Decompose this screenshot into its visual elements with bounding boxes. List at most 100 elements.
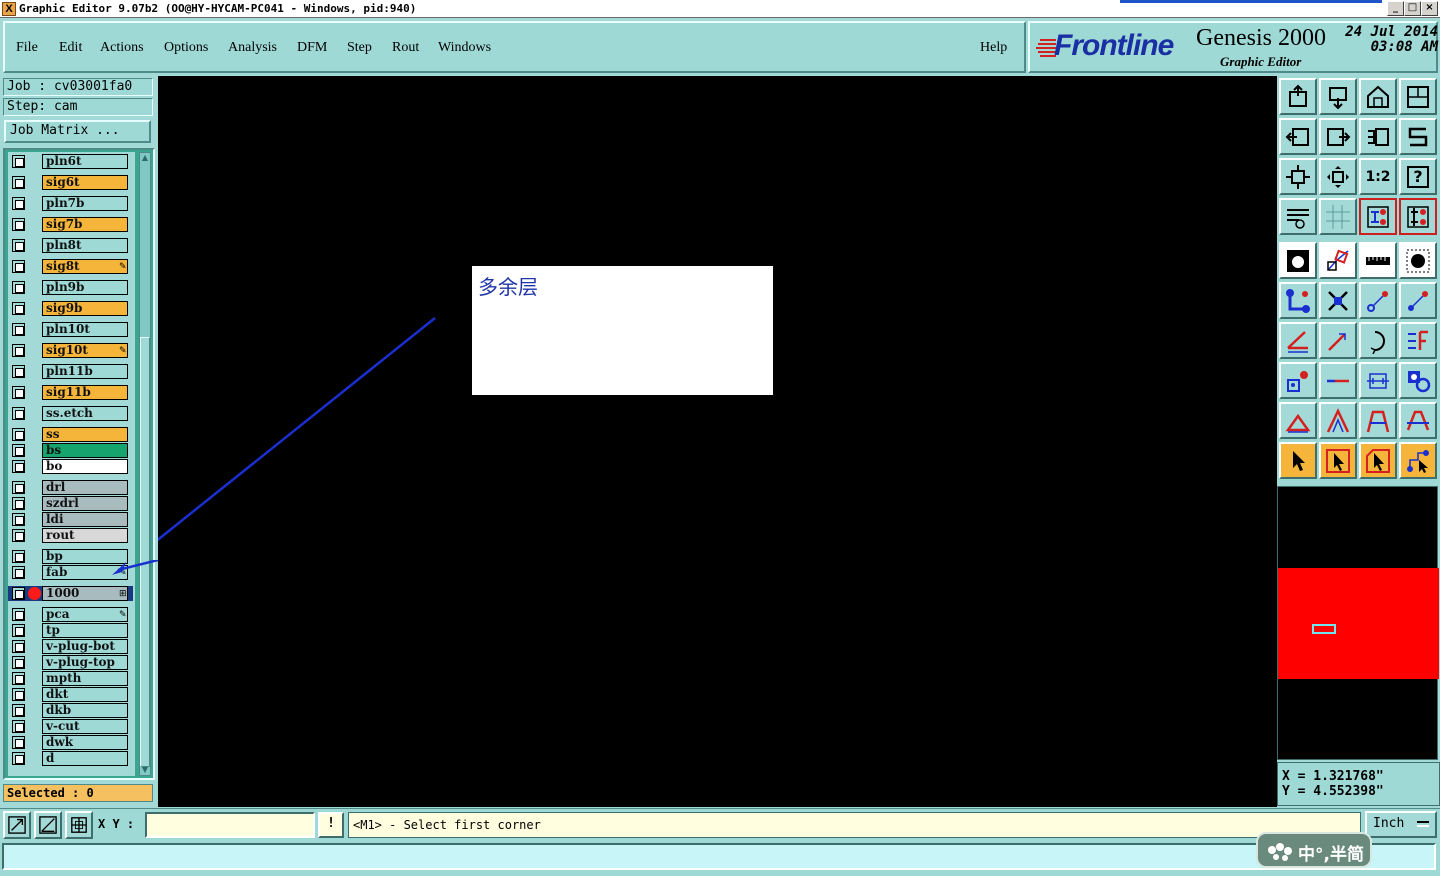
scroll-down-icon[interactable]: ▼ [140, 765, 150, 775]
menu-file[interactable]: File [16, 40, 38, 56]
layer-row-szdrl[interactable]: szdrl [8, 496, 133, 511]
help-button[interactable]: ? [1399, 158, 1437, 195]
layer-checkbox[interactable] [12, 344, 25, 357]
measure-tool-button[interactable] [3, 811, 31, 839]
angle-button[interactable] [1279, 322, 1317, 359]
layer-name[interactable]: v-plug-bot [42, 639, 128, 654]
layer-name[interactable]: sig8t [42, 259, 128, 274]
layer-name[interactable]: dwk [42, 735, 128, 750]
layer-checkbox[interactable] [12, 302, 25, 315]
layer-name[interactable]: tp [42, 623, 128, 638]
menu-dfm[interactable]: DFM [297, 40, 327, 56]
layer-scrollbar[interactable]: ▲ ▼ [139, 152, 151, 776]
polygon-button[interactable] [1279, 402, 1317, 439]
select-box-button[interactable] [1319, 442, 1357, 479]
zoom-extents-button[interactable] [1279, 158, 1317, 195]
layer-name[interactable]: rout [42, 528, 128, 543]
menu-edit[interactable]: Edit [59, 40, 82, 56]
layer-checkbox[interactable] [12, 513, 25, 526]
layer-name[interactable]: sig11b [42, 385, 128, 400]
layer-row-sig10t[interactable]: sig10t ✎ [8, 343, 133, 358]
minimize-button[interactable]: _ [1387, 1, 1404, 16]
net-button[interactable] [1279, 282, 1317, 319]
layer-checkbox[interactable] [12, 365, 25, 378]
layer-name[interactable]: ldi [42, 512, 128, 527]
trim-button[interactable] [1319, 362, 1357, 399]
feature-drill-button[interactable] [1399, 242, 1437, 279]
select-button[interactable] [1279, 442, 1317, 479]
layer-name[interactable]: sig10t [42, 343, 128, 358]
layer-row-tp[interactable]: tp [8, 623, 133, 638]
polygon-cut-button[interactable] [1399, 402, 1437, 439]
layer-checkbox[interactable] [12, 688, 25, 701]
graphic-canvas[interactable]: 多余层 [158, 76, 1277, 807]
menu-options[interactable]: Options [164, 40, 208, 56]
layer-checkbox[interactable] [12, 624, 25, 637]
layer-row-mpth[interactable]: mpth [8, 671, 133, 686]
layer-name[interactable]: ss.etch [42, 406, 128, 421]
layer-row-v-plug-top[interactable]: v-plug-top [8, 655, 133, 670]
menu-step[interactable]: Step [347, 40, 372, 56]
layer-checkbox[interactable] [12, 460, 25, 473]
layer-row-sig11b[interactable]: sig11b [8, 385, 133, 400]
select-net-button[interactable] [1399, 442, 1437, 479]
menu-windows[interactable]: Windows [438, 40, 491, 56]
line-button[interactable] [1319, 322, 1357, 359]
layer-row-ss.etch[interactable]: ss.etch [8, 406, 133, 421]
zoom-ratio-button[interactable]: 1:2 [1359, 158, 1397, 195]
layer-row-bo[interactable]: bo [8, 459, 133, 474]
home-button[interactable] [1359, 78, 1397, 115]
layer-name[interactable]: dkb [42, 703, 128, 718]
layer-row-rout[interactable]: rout [8, 528, 133, 543]
layer-name[interactable]: mpth [42, 671, 128, 686]
layer-checkbox[interactable] [12, 587, 25, 600]
layer-name[interactable]: ss [42, 427, 128, 442]
layer-checkbox[interactable] [12, 720, 25, 733]
layer-checkbox[interactable] [12, 281, 25, 294]
layer-checkbox[interactable] [12, 176, 25, 189]
feature-ruler-button[interactable] [1359, 242, 1397, 279]
layer-name[interactable]: pca [42, 607, 128, 622]
layer-row-sig8t[interactable]: sig8t ✎ [8, 259, 133, 274]
angle-tool-button[interactable] [34, 811, 62, 839]
menu-help[interactable]: Help [980, 40, 1007, 56]
layer-checkbox[interactable] [12, 155, 25, 168]
layer-checkbox[interactable] [12, 407, 25, 420]
layer-row-pca[interactable]: pca ✎ [8, 607, 133, 622]
layer-row-drl[interactable]: drl [8, 480, 133, 495]
layer-checkbox[interactable] [12, 323, 25, 336]
layer-name[interactable]: szdrl [42, 496, 128, 511]
ime-toolbar[interactable]: 中°,半简 [1256, 832, 1372, 868]
layer-name[interactable]: sig7b [42, 217, 128, 232]
layer-name[interactable]: d [42, 751, 128, 766]
layer-name[interactable]: drl [42, 480, 128, 495]
scroll-thumb[interactable] [140, 337, 150, 767]
job-matrix-button[interactable]: Job Matrix ... [4, 120, 151, 143]
layer-row-dwk[interactable]: dwk [8, 735, 133, 750]
layer-checkbox[interactable] [12, 640, 25, 653]
layer-name[interactable]: sig9b [42, 301, 128, 316]
layer-name[interactable]: pln7b [42, 196, 128, 211]
layer-checkbox[interactable] [12, 704, 25, 717]
snap-grid-button[interactable] [65, 811, 93, 839]
scroll-up-icon[interactable]: ▲ [140, 153, 150, 163]
layer-row-sig9b[interactable]: sig9b [8, 301, 133, 316]
layers-red2-button[interactable] [1399, 198, 1437, 235]
layer-row-pln11b[interactable]: pln11b [8, 364, 133, 379]
xy-input[interactable] [145, 812, 315, 838]
layer-name[interactable]: pln10t [42, 322, 128, 337]
layer-row-pln7b[interactable]: pln7b [8, 196, 133, 211]
move-button[interactable] [1359, 282, 1397, 319]
layer-name[interactable]: pln8t [42, 238, 128, 253]
layer-name[interactable]: sig6t [42, 175, 128, 190]
select-poly-button[interactable] [1359, 442, 1397, 479]
window-button[interactable] [1399, 78, 1437, 115]
layer-checkbox[interactable] [12, 752, 25, 765]
overview-map[interactable] [1277, 486, 1439, 760]
layer-row-ss[interactable]: ss [8, 427, 133, 442]
layer-checkbox[interactable] [12, 260, 25, 273]
polygon-add-button[interactable] [1359, 402, 1397, 439]
layer-name[interactable]: dkt [42, 687, 128, 702]
cluster-button[interactable] [1399, 362, 1437, 399]
layer-checkbox[interactable] [12, 218, 25, 231]
